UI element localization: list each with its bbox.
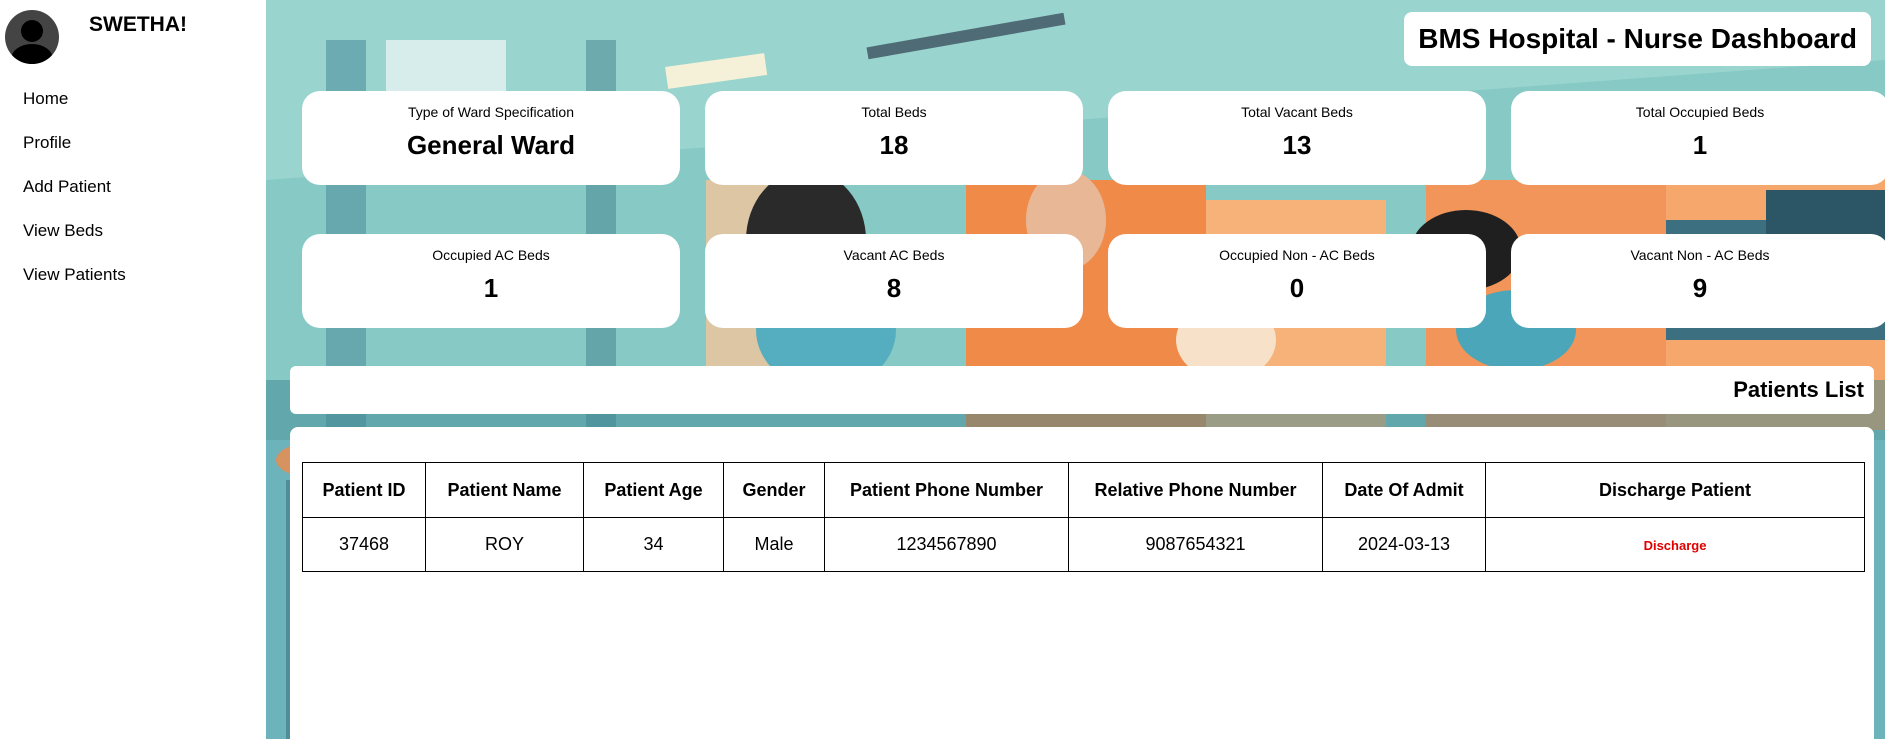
cell-admit-date: 2024-03-13 xyxy=(1322,517,1486,572)
stat-label: Vacant AC Beds xyxy=(843,247,945,263)
stat-card-vacant-non-ac-beds: Vacant Non - AC Beds 9 xyxy=(1511,234,1885,328)
page-title: BMS Hospital - Nurse Dashboard xyxy=(1418,23,1857,54)
stat-card-total-beds: Total Beds 18 xyxy=(705,91,1083,185)
column-header: Discharge Patient xyxy=(1485,462,1865,518)
stat-label: Total Vacant Beds xyxy=(1241,104,1353,120)
stat-value: 13 xyxy=(1282,130,1312,160)
patients-table: Patient ID Patient Name Patient Age Gend… xyxy=(302,462,1865,572)
column-header: Patient ID xyxy=(302,462,426,518)
stat-value: 8 xyxy=(886,273,902,303)
cell-patient-name: ROY xyxy=(425,517,584,572)
table-header-row: Patient ID Patient Name Patient Age Gend… xyxy=(302,462,1865,518)
stat-label: Occupied Non - AC Beds xyxy=(1219,247,1375,263)
cell-patient-age: 34 xyxy=(583,517,724,572)
column-header: Relative Phone Number xyxy=(1068,462,1323,518)
avatar[interactable] xyxy=(5,10,59,64)
sidebar-item-add-patient[interactable]: Add Patient xyxy=(23,176,126,220)
page-title-box: BMS Hospital - Nurse Dashboard xyxy=(1404,12,1871,66)
stat-card-vacant-ac-beds: Vacant AC Beds 8 xyxy=(705,234,1083,328)
stat-card-occupied-non-ac-beds: Occupied Non - AC Beds 0 xyxy=(1108,234,1486,328)
cell-patient-id: 37468 xyxy=(302,517,426,572)
cell-relative-phone: 9087654321 xyxy=(1068,517,1323,572)
stat-value: 18 xyxy=(879,130,909,160)
stat-label: Occupied AC Beds xyxy=(432,247,550,263)
user-name: SWETHA! xyxy=(89,13,187,36)
sidebar-nav: Home Profile Add Patient View Beds View … xyxy=(23,88,126,308)
stat-card-ward-type: Type of Ward Specification General Ward xyxy=(302,91,680,185)
sidebar-item-view-patients[interactable]: View Patients xyxy=(23,264,126,308)
stat-card-total-occupied-beds: Total Occupied Beds 1 xyxy=(1511,91,1885,185)
stat-value: 1 xyxy=(1692,130,1708,160)
cell-patient-phone: 1234567890 xyxy=(824,517,1069,572)
column-header: Patient Name xyxy=(425,462,584,518)
stat-label: Type of Ward Specification xyxy=(407,104,574,120)
stat-value: 9 xyxy=(1692,273,1708,303)
stat-card-occupied-ac-beds: Occupied AC Beds 1 xyxy=(302,234,680,328)
column-header: Patient Age xyxy=(583,462,724,518)
stat-value: 1 xyxy=(483,273,499,303)
sidebar-item-home[interactable]: Home xyxy=(23,88,126,132)
sidebar: SWETHA! Home Profile Add Patient View Be… xyxy=(0,0,266,739)
main-content: BMS Hospital - Nurse Dashboard Type of W… xyxy=(266,0,1885,739)
stat-card-total-vacant-beds: Total Vacant Beds 13 xyxy=(1108,91,1486,185)
stat-value: 0 xyxy=(1289,273,1305,303)
column-header: Gender xyxy=(723,462,825,518)
discharge-button[interactable]: Discharge xyxy=(1644,538,1707,553)
sidebar-item-view-beds[interactable]: View Beds xyxy=(23,220,126,264)
column-header: Date Of Admit xyxy=(1322,462,1486,518)
stat-label: Total Occupied Beds xyxy=(1635,104,1765,120)
cell-gender: Male xyxy=(723,517,825,572)
patients-table-panel: Patient ID Patient Name Patient Age Gend… xyxy=(290,427,1874,739)
patients-list-title: Patients List xyxy=(1733,377,1864,402)
column-header: Patient Phone Number xyxy=(824,462,1069,518)
table-row: 37468 ROY 34 Male 1234567890 9087654321 … xyxy=(302,517,1865,572)
stat-label: Total Beds xyxy=(861,104,927,120)
patients-list-header: Patients List xyxy=(290,366,1874,414)
stat-value: General Ward xyxy=(406,130,576,160)
cell-discharge: Discharge xyxy=(1485,517,1865,572)
sidebar-item-profile[interactable]: Profile xyxy=(23,132,126,176)
stat-label: Vacant Non - AC Beds xyxy=(1630,247,1770,263)
